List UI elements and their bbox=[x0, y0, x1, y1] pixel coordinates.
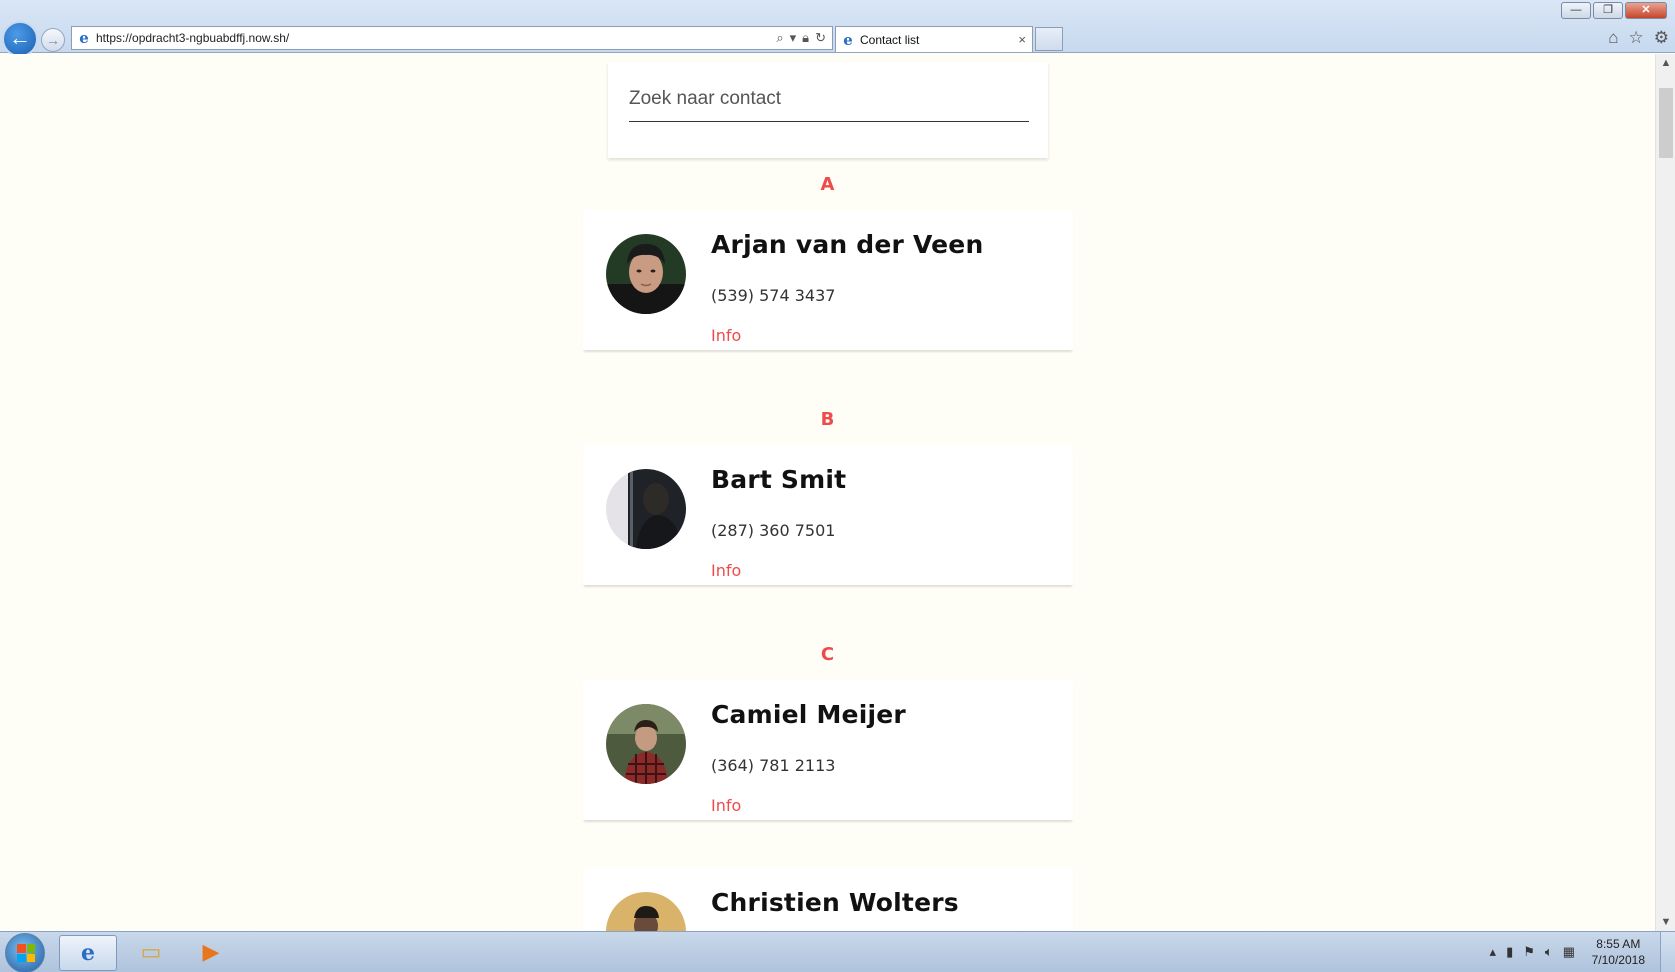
search-input[interactable] bbox=[629, 76, 1029, 122]
tab-title[interactable]: Contact list bbox=[860, 33, 1018, 47]
favorites-star-icon[interactable]: ☆ bbox=[1629, 28, 1644, 48]
avatar bbox=[606, 469, 686, 549]
system-tray: ▴ ▮ ⚑ 🔈︎ ▦ bbox=[1490, 944, 1575, 960]
contact-phone: (287) 360 7501 bbox=[711, 521, 836, 540]
tab-close-icon[interactable]: × bbox=[1018, 32, 1032, 47]
taskbar-file-explorer-icon[interactable]: ▭ bbox=[122, 935, 180, 971]
avatar bbox=[606, 234, 686, 314]
contact-info-link[interactable]: Info bbox=[711, 326, 741, 345]
avatar-photo-2 bbox=[606, 469, 686, 549]
page-viewport: A Arjan van der Veen (539) 574 3437 Info… bbox=[0, 54, 1655, 931]
contact-info-link[interactable]: Info bbox=[711, 561, 741, 580]
contact-phone: (539) 574 3437 bbox=[711, 286, 836, 305]
tab-contact-list[interactable]: e Contact list × bbox=[835, 26, 1033, 52]
show-desktop-button[interactable] bbox=[1660, 932, 1675, 972]
window-controls: — ❐ ✕ bbox=[1561, 2, 1667, 19]
network-icon[interactable]: ▦ bbox=[1563, 944, 1575, 960]
windows-logo-icon bbox=[17, 944, 35, 962]
minimize-button[interactable]: — bbox=[1561, 2, 1591, 19]
taskbar-media-player-icon[interactable]: ▶ bbox=[182, 935, 240, 971]
contact-phone: (364) 781 2113 bbox=[711, 756, 836, 775]
avatar bbox=[606, 704, 686, 784]
back-button[interactable]: ← bbox=[2, 21, 38, 57]
avatar-photo-3 bbox=[606, 704, 686, 784]
settings-gear-icon[interactable]: ⚙ bbox=[1654, 28, 1669, 48]
contact-name: Christien Wolters bbox=[711, 888, 959, 917]
ie-page-icon: e bbox=[79, 29, 89, 47]
taskbar-internet-explorer-icon[interactable]: e bbox=[59, 935, 117, 971]
clock-time: 8:55 AM bbox=[1596, 937, 1641, 951]
forward-button[interactable]: → bbox=[41, 28, 65, 52]
scrollbar[interactable]: ▲ ▼ bbox=[1655, 54, 1675, 931]
url-text[interactable]: https://opdracht3-ngbuabdffj.now.sh/ bbox=[96, 31, 776, 45]
address-tools: ⌕ ▾ 🔒︎ ↻ bbox=[776, 30, 832, 46]
avatar-photo-4 bbox=[606, 892, 686, 931]
avatar bbox=[606, 892, 686, 931]
group-letter: A bbox=[820, 174, 835, 195]
group-letter: C bbox=[820, 644, 835, 665]
scroll-down-icon[interactable]: ▼ bbox=[1656, 913, 1675, 931]
clock-date: 7/10/2018 bbox=[1591, 953, 1645, 967]
dropdown-icon[interactable]: ▾ bbox=[790, 30, 797, 46]
clock[interactable]: 8:55 AM 7/10/2018 bbox=[1592, 936, 1645, 968]
group-letter: B bbox=[820, 409, 835, 430]
new-tab-button[interactable] bbox=[1035, 27, 1063, 51]
chrome-tools: ⌂ ☆ ⚙ bbox=[1608, 28, 1669, 48]
contact-card[interactable]: Arjan van der Veen (539) 574 3437 Info bbox=[583, 210, 1073, 350]
search-icon[interactable]: ⌕ bbox=[776, 30, 783, 46]
close-window-button[interactable]: ✕ bbox=[1625, 2, 1667, 19]
start-button[interactable] bbox=[5, 933, 45, 972]
contact-name: Arjan van der Veen bbox=[711, 230, 984, 259]
avatar-photo-1 bbox=[606, 234, 686, 314]
restore-button[interactable]: ❐ bbox=[1593, 2, 1623, 19]
scroll-thumb[interactable] bbox=[1659, 88, 1673, 158]
contact-info-link[interactable]: Info bbox=[711, 796, 741, 815]
tab-ie-icon: e bbox=[843, 30, 853, 49]
contact-card[interactable]: Christien Wolters bbox=[583, 868, 1073, 931]
lock-icon[interactable]: 🔒︎ bbox=[802, 30, 809, 46]
refresh-icon[interactable]: ↻ bbox=[815, 30, 826, 46]
contact-name: Bart Smit bbox=[711, 465, 847, 494]
battery-icon[interactable]: ▮ bbox=[1506, 944, 1513, 960]
action-center-flag-icon[interactable]: ⚑ bbox=[1523, 944, 1535, 960]
volume-muted-icon[interactable]: 🔈︎ bbox=[1545, 944, 1553, 960]
browser-chrome: — ❐ ✕ ← → e https://opdracht3-ngbuabdffj… bbox=[0, 0, 1675, 57]
taskbar: e ▭ ▶ ▴ ▮ ⚑ 🔈︎ ▦ 8:55 AM 7/10/2018 bbox=[0, 931, 1675, 972]
contact-name: Camiel Meijer bbox=[711, 700, 906, 729]
home-icon[interactable]: ⌂ bbox=[1608, 28, 1618, 48]
contact-card[interactable]: Bart Smit (287) 360 7501 Info bbox=[583, 445, 1073, 585]
scroll-up-icon[interactable]: ▲ bbox=[1656, 54, 1675, 72]
contact-card[interactable]: Camiel Meijer (364) 781 2113 Info bbox=[583, 680, 1073, 820]
address-bar[interactable]: e https://opdracht3-ngbuabdffj.now.sh/ ⌕… bbox=[71, 26, 833, 50]
show-hidden-icons-icon[interactable]: ▴ bbox=[1490, 944, 1497, 960]
search-card bbox=[608, 62, 1048, 158]
